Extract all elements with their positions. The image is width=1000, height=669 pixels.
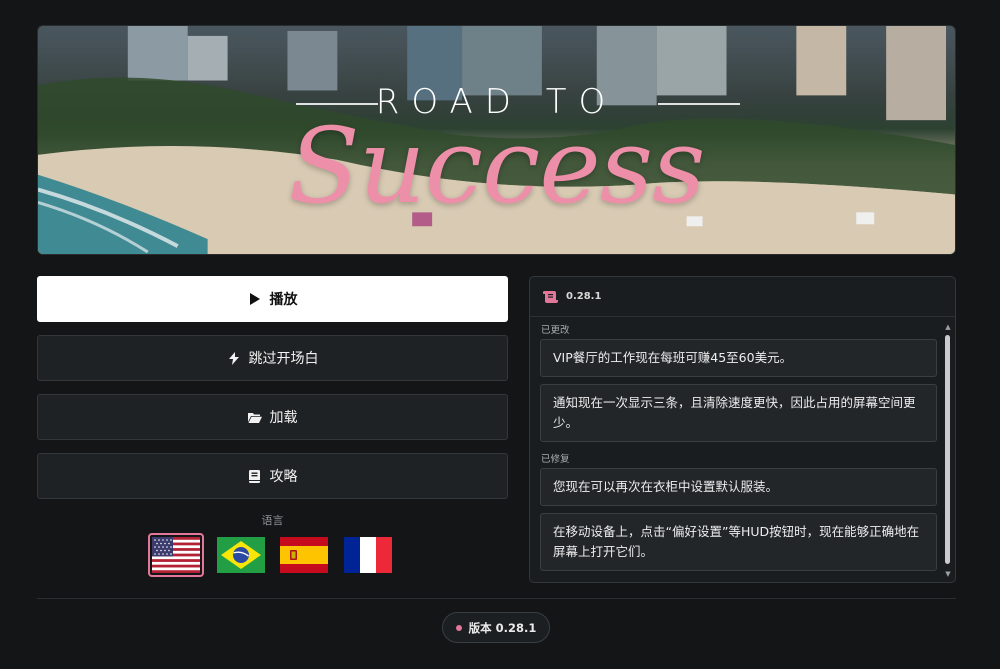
status-dot-icon (455, 624, 462, 631)
brazil-flag-icon[interactable] (217, 537, 265, 573)
book-icon (248, 469, 262, 483)
guide-button-label: 攻略 (269, 469, 298, 485)
changelog-note: 在移动设备上，点击“偏好设置”等HUD按钮时，现在能够正确地在屏幕上打开它们。 (540, 513, 937, 571)
changelog-list[interactable]: 已更改 VIP餐厅的工作现在每班可赚45至60美元。 通知现在一次显示三条，且清… (530, 318, 941, 582)
play-button[interactable]: 播放 (37, 276, 508, 322)
us-flag-icon[interactable] (148, 533, 204, 577)
play-icon (248, 292, 262, 306)
load-button[interactable]: 加载 (37, 394, 508, 440)
load-button-label: 加载 (269, 410, 298, 426)
lightning-icon (227, 351, 241, 365)
changelog-note: VIP餐厅的工作现在每班可赚45至60美元。 (540, 339, 937, 377)
guide-button[interactable]: 攻略 (37, 453, 508, 499)
skip-intro-button[interactable]: 跳过开场白 (37, 335, 508, 381)
language-label: 语言 (261, 514, 284, 527)
scroll-down-arrow-icon[interactable]: ▼ (944, 570, 952, 578)
fixed-section-label: 已修复 (541, 454, 570, 465)
changelog-header: 0.28.1 (530, 277, 955, 317)
changelog-note: 您现在可以再次在衣柜中设置默认服装。 (540, 468, 937, 506)
scroll-thumb[interactable] (945, 335, 950, 564)
spain-flag-icon[interactable] (280, 537, 328, 573)
scroll-icon (543, 290, 558, 303)
changelog-version: 0.28.1 (566, 291, 602, 302)
folder-open-icon (247, 410, 262, 424)
play-button-label: 播放 (269, 292, 298, 308)
skip-intro-button-label: 跳过开场白 (248, 351, 319, 367)
changelog-panel: 0.28.1 已更改 VIP餐厅的工作现在每班可赚45至60美元。 通知现在一次… (529, 276, 956, 583)
title-banner: ROAD TO Success (37, 25, 956, 255)
version-badge: 版本 0.28.1 (442, 612, 550, 643)
version-badge-label: 版本 0.28.1 (468, 620, 537, 635)
changed-section-label: 已更改 (541, 325, 570, 336)
france-flag-icon[interactable] (344, 537, 392, 573)
changelog-scrollbar[interactable]: ▲ ▼ (944, 323, 952, 578)
changelog-note: 通知现在一次显示三条，且清除速度更快，因此占用的屏幕空间更少。 (540, 384, 937, 442)
scroll-up-arrow-icon[interactable]: ▲ (944, 323, 952, 331)
banner-title-script: Success (288, 105, 705, 227)
main-menu-screen: ROAD TO Success 播放 跳过开场白 加载 攻略 语言 0.28.1… (0, 0, 1000, 669)
footer-divider (37, 598, 956, 599)
language-selector (148, 533, 408, 577)
